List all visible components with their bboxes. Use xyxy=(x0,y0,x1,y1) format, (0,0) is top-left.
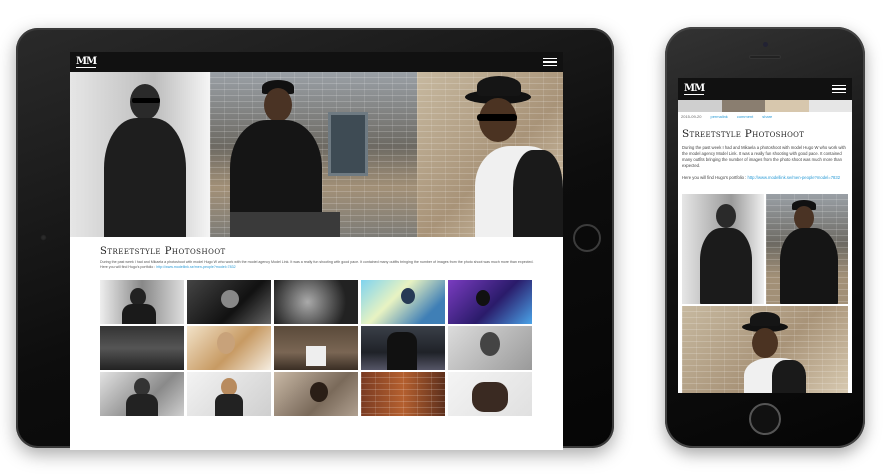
share-link[interactable]: share xyxy=(762,114,772,119)
post-title: Streetstyle Photoshoot xyxy=(100,246,226,257)
permalink-link[interactable]: permalink xyxy=(710,114,727,119)
post-photo-bw[interactable] xyxy=(682,194,764,304)
gallery-thumbnail[interactable] xyxy=(274,372,358,416)
phone-image-strip xyxy=(678,100,852,112)
post-portfolio: Here you will find Hugo's portfolio : ht… xyxy=(682,175,841,180)
post-body: During the past week I had and Mikaela a… xyxy=(100,260,534,269)
post-body: During the past week I had and Mikaela a… xyxy=(682,145,846,168)
gallery-thumbnail[interactable] xyxy=(187,372,271,416)
gallery-thumbnail[interactable] xyxy=(100,280,184,324)
hero-photo-bw xyxy=(70,72,210,237)
gallery-thumbnail[interactable] xyxy=(100,326,184,370)
post-content: Streetstyle Photoshoot During the past w… xyxy=(100,246,540,270)
gallery-thumbnail[interactable] xyxy=(361,326,445,370)
post-photo-brick[interactable] xyxy=(766,194,848,304)
gallery-thumbnail[interactable] xyxy=(187,280,271,324)
tablet-home-button[interactable] xyxy=(573,224,601,252)
gallery-thumbnail[interactable] xyxy=(361,280,445,324)
gallery-thumbnail[interactable] xyxy=(448,372,532,416)
hamburger-menu-icon[interactable] xyxy=(543,57,557,67)
post-photo-portrait[interactable] xyxy=(682,306,848,393)
post-meta: 2015-09-20 permalink comment share xyxy=(681,114,772,119)
tablet-device: MM Streetstyle Photoshoot During the pas… xyxy=(16,28,614,450)
gallery-thumbnail[interactable] xyxy=(448,326,532,370)
phone-speaker xyxy=(749,55,781,59)
hero-image xyxy=(70,72,563,237)
gallery-thumbnail[interactable] xyxy=(187,326,271,370)
tablet-camera xyxy=(40,234,47,241)
phone-device: MM 2015-09-20 permalink comment share St… xyxy=(665,27,865,448)
post-date: 2015-09-20 xyxy=(681,114,702,119)
tablet-navbar: MM xyxy=(70,52,563,72)
site-logo[interactable]: MM xyxy=(684,83,705,95)
phone-home-button[interactable] xyxy=(749,403,781,435)
hero-photo-brick-wall xyxy=(210,72,417,237)
phone-camera xyxy=(763,42,768,47)
phone-screen: MM 2015-09-20 permalink comment share St… xyxy=(678,78,852,393)
hamburger-menu-icon[interactable] xyxy=(832,84,846,94)
post-title: Streetstyle Photoshoot xyxy=(682,128,805,140)
tablet-screen: MM Streetstyle Photoshoot During the pas… xyxy=(70,52,563,450)
photo-gallery xyxy=(100,280,532,420)
site-logo[interactable]: MM xyxy=(76,56,97,68)
comment-link[interactable]: comment xyxy=(737,114,753,119)
gallery-thumbnail[interactable] xyxy=(274,326,358,370)
gallery-thumbnail[interactable] xyxy=(448,280,532,324)
gallery-thumbnail[interactable] xyxy=(361,372,445,416)
phone-navbar: MM xyxy=(678,78,852,100)
gallery-thumbnail[interactable] xyxy=(100,372,184,416)
hero-photo-portrait xyxy=(417,72,563,237)
portfolio-link[interactable]: http://www.modellink.se/men-people?model… xyxy=(748,175,841,180)
gallery-thumbnail[interactable] xyxy=(274,280,358,324)
portfolio-link[interactable]: http://www.modellink.se/men-people?model… xyxy=(156,265,235,269)
